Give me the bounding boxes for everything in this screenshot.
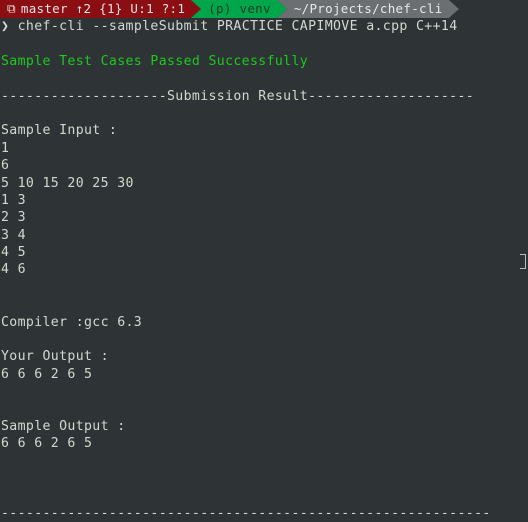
sample-input-row: 6 [1,158,10,174]
sample-input-row: 4 5 [1,245,26,261]
sample-input-row: 3 4 [1,227,26,243]
segment-separator-path-end [448,0,459,18]
success-message: Sample Test Cases Passed Successfully [1,53,309,69]
working-directory-segment: ~/Projects/chef-cli [286,0,449,18]
command-input: chef-cli --sampleSubmit PRACTICE CAPIMOV… [17,19,458,34]
git-status-segment: ⧉ master ↑2 {1} U:1 ?:1 [0,0,192,18]
sample-output-label: Sample Output : [1,418,126,434]
branch-icon: ⧉ [7,1,16,16]
powerline-prompt-bar: ⧉ master ↑2 {1} U:1 ?:1 (p) venv ~/Proje… [0,0,528,18]
command-text [9,19,17,34]
virtualenv-text: (p) venv [208,1,271,16]
sample-input-label: Sample Input : [1,123,118,139]
sample-input-row: 1 3 [1,192,26,208]
footer-rule: ----------------------------------------… [1,505,491,521]
segment-separator-git-venv [191,0,202,18]
sample-output-row: 6 6 6 2 6 5 [1,436,93,452]
segment-separator-venv-path [276,0,287,18]
terminal-cursor [520,254,526,269]
virtualenv-segment: (p) venv [201,0,277,18]
terminal-output-area[interactable]: ❯ chef-cli --sampleSubmit PRACTICE CAPIM… [0,18,528,522]
submission-result-header: --------------------Submission Result---… [1,88,475,104]
compiler-info: Compiler :gcc 6.3 [1,314,143,330]
sample-input-row: 5 10 15 20 25 30 [1,175,134,191]
your-output-row: 6 6 6 2 6 5 [1,366,93,382]
sample-input-row: 4 6 [1,262,26,278]
git-status-text: master ↑2 {1} U:1 ?:1 [20,1,186,16]
working-directory-text: ~/Projects/chef-cli [293,1,443,16]
sample-input-row: 2 3 [1,210,26,226]
command-line: ❯ chef-cli --sampleSubmit PRACTICE CAPIM… [0,18,528,35]
your-output-label: Your Output : [1,349,109,365]
sample-input-row: 1 [1,140,10,156]
